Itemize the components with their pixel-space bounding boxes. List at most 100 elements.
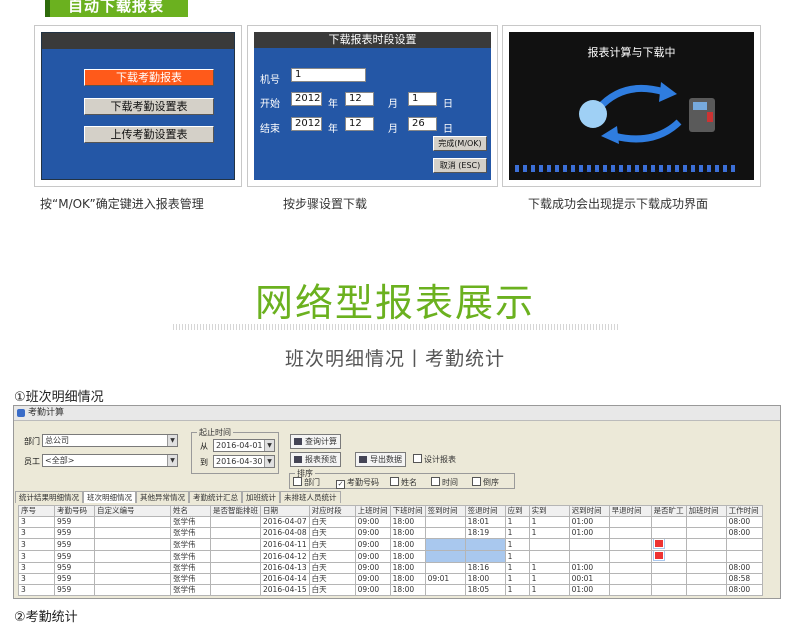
from-date-field[interactable]: 2016-04-01 ▼ — [213, 439, 275, 452]
column-header[interactable]: 对应时段 — [308, 505, 356, 517]
column-header[interactable]: 日期 — [260, 505, 310, 517]
table-cell — [528, 550, 570, 563]
column-header[interactable]: 应到 — [504, 505, 530, 517]
from-label: 从 — [200, 442, 208, 451]
tab-overtime[interactable]: 加班统计 — [242, 491, 280, 503]
table-cell: 2016-04-13 — [260, 562, 310, 574]
banner-label: 自动下载报表 — [68, 0, 165, 15]
chevron-down-icon[interactable]: ▼ — [264, 456, 274, 467]
table-cell — [464, 550, 506, 563]
table-cell: 959 — [54, 562, 95, 574]
download-attendance-settings-button[interactable]: 下载考勤设置表 — [84, 98, 214, 115]
table-cell: 09:00 — [354, 584, 391, 596]
sort-name-checkbox[interactable]: 姓名 — [390, 477, 417, 488]
table-cell: 白天 — [308, 516, 356, 528]
column-header[interactable]: 早退时间 — [608, 505, 652, 517]
start-label: 开始 — [260, 99, 280, 110]
chevron-down-icon[interactable]: ▼ — [264, 440, 274, 451]
tab-unscheduled[interactable]: 未排班人员统计 — [280, 491, 341, 503]
column-header[interactable]: 迟到时间 — [568, 505, 610, 517]
tab-result-detail[interactable]: 统计结果明细情况 — [15, 491, 83, 503]
column-header[interactable]: 是否旷工 — [650, 505, 687, 517]
sort-dept-checkbox[interactable]: 部门 — [293, 477, 320, 488]
end-month-field[interactable]: 12 — [345, 117, 374, 131]
dialog-title: 下载报表时段设置 — [254, 32, 491, 48]
start-year-field[interactable]: 2012 — [291, 92, 322, 106]
table-cell: 1 — [528, 527, 570, 539]
sort-desc-checkbox[interactable]: 倒序 — [472, 477, 499, 488]
to-label: 到 — [200, 458, 208, 467]
dept-select[interactable]: 总公司 ▼ — [42, 434, 178, 447]
table-cell: 1 — [528, 562, 570, 574]
column-header[interactable]: 考勤号码 — [54, 505, 95, 517]
table-row[interactable]: 3 959 张学伟 2016-04-12 白天 09:00 18:00 1 — [18, 550, 763, 563]
employee-select[interactable]: <全部> ▼ — [42, 454, 178, 467]
table-cell: 2016-04-08 — [260, 527, 310, 539]
start-day-field[interactable]: 1 — [408, 92, 437, 106]
table-cell: 3 — [18, 516, 55, 528]
column-header[interactable]: 是否智能排班 — [210, 505, 261, 517]
column-header[interactable]: 下班时间 — [389, 505, 426, 517]
design-report-checkbox[interactable]: 设计报表 — [413, 454, 456, 465]
to-date-field[interactable]: 2016-04-30 ▼ — [213, 455, 275, 468]
table-cell — [94, 527, 171, 539]
table-cell — [685, 516, 727, 528]
table-cell: 09:00 — [354, 527, 391, 539]
column-header[interactable]: 加班时间 — [685, 505, 727, 517]
table-cell — [650, 527, 687, 539]
upload-attendance-settings-button[interactable]: 上传考勤设置表 — [84, 126, 214, 143]
column-header[interactable]: 上班时间 — [354, 505, 391, 517]
chevron-down-icon[interactable]: ▼ — [167, 455, 177, 466]
tab-summary[interactable]: 考勤统计汇总 — [189, 491, 242, 503]
table-cell — [685, 573, 727, 585]
column-header[interactable]: 姓名 — [170, 505, 211, 517]
table-cell: 959 — [54, 573, 95, 585]
end-day-field[interactable]: 26 — [408, 117, 437, 131]
table-row[interactable]: 3 959 张学伟 2016-04-11 白天 09:00 18:00 1 — [18, 538, 763, 551]
column-header[interactable]: 工作时间 — [725, 505, 763, 517]
tab-shift-detail[interactable]: 班次明细情况 — [83, 491, 136, 503]
table-cell: 09:00 — [354, 538, 391, 551]
table-cell — [94, 516, 171, 528]
column-header[interactable]: 签退时间 — [464, 505, 506, 517]
tab-other-exceptions[interactable]: 其他异常情况 — [136, 491, 189, 503]
end-year-field[interactable]: 2012 — [291, 117, 322, 131]
sort-id-checkbox[interactable]: ✓ 考勤号码 — [336, 477, 379, 489]
sort-dept-label: 部门 — [304, 478, 320, 487]
table-row[interactable]: 3 959 张学伟 2016-04-15 白天 09:00 18:00 18:05 1 1 01:0… — [18, 584, 763, 596]
table-cell: 3 — [18, 550, 55, 563]
table-cell — [608, 550, 652, 563]
section-banner: 自动下载报表 — [45, 0, 188, 17]
query-calc-button[interactable]: 查询计算 — [290, 434, 341, 449]
chevron-down-icon[interactable]: ▼ — [167, 435, 177, 446]
start-month-field[interactable]: 12 — [345, 92, 374, 106]
table-row[interactable]: 3 959 张学伟 2016-04-07 白天 09:00 18:00 18:01 1 1 01:0… — [18, 516, 763, 528]
table-cell — [650, 538, 687, 551]
caption-1: 按“M/OK”确定键进入报表管理 — [40, 197, 204, 211]
export-data-button[interactable]: 导出数据 — [355, 452, 406, 467]
sort-time-checkbox[interactable]: 时间 — [431, 477, 458, 488]
cancel-button[interactable]: 取消 (ESC) — [433, 158, 487, 173]
column-header[interactable]: 签到时间 — [424, 505, 466, 517]
table-row[interactable]: 3 959 张学伟 2016-04-08 白天 09:00 18:00 18:19 1 1 01:0… — [18, 527, 763, 539]
table-cell — [424, 538, 466, 551]
ok-button[interactable]: 完成(M/OK) — [433, 136, 487, 151]
section-title: 网络型报表展示 — [254, 281, 535, 325]
table-cell: 01:00 — [568, 527, 610, 539]
divider — [173, 324, 618, 330]
table-cell — [568, 550, 610, 563]
table-cell — [94, 550, 171, 563]
column-header[interactable]: 自定义编号 — [94, 505, 171, 517]
result-tabs: 统计结果明细情况 班次明细情况 其他异常情况 考勤统计汇总 加班统计 未排班人员… — [15, 491, 341, 503]
table-cell — [210, 550, 261, 563]
table-row[interactable]: 3 959 张学伟 2016-04-14 白天 09:00 18:00 09:01 18:00 1… — [18, 573, 763, 585]
table-cell: 张学伟 — [170, 562, 211, 574]
table-row[interactable]: 3 959 张学伟 2016-04-13 白天 09:00 18:00 18:16 1 1 01:0… — [18, 562, 763, 574]
column-header[interactable]: 实到 — [528, 505, 570, 517]
report-preview-button[interactable]: 报表预览 — [290, 452, 341, 467]
table-cell: 18:00 — [464, 573, 506, 585]
download-attendance-report-button[interactable]: 下载考勤报表 — [84, 69, 214, 86]
column-header[interactable]: 序号 — [18, 505, 55, 517]
machine-field[interactable]: 1 — [291, 68, 366, 82]
table-cell: 1 — [504, 538, 530, 551]
